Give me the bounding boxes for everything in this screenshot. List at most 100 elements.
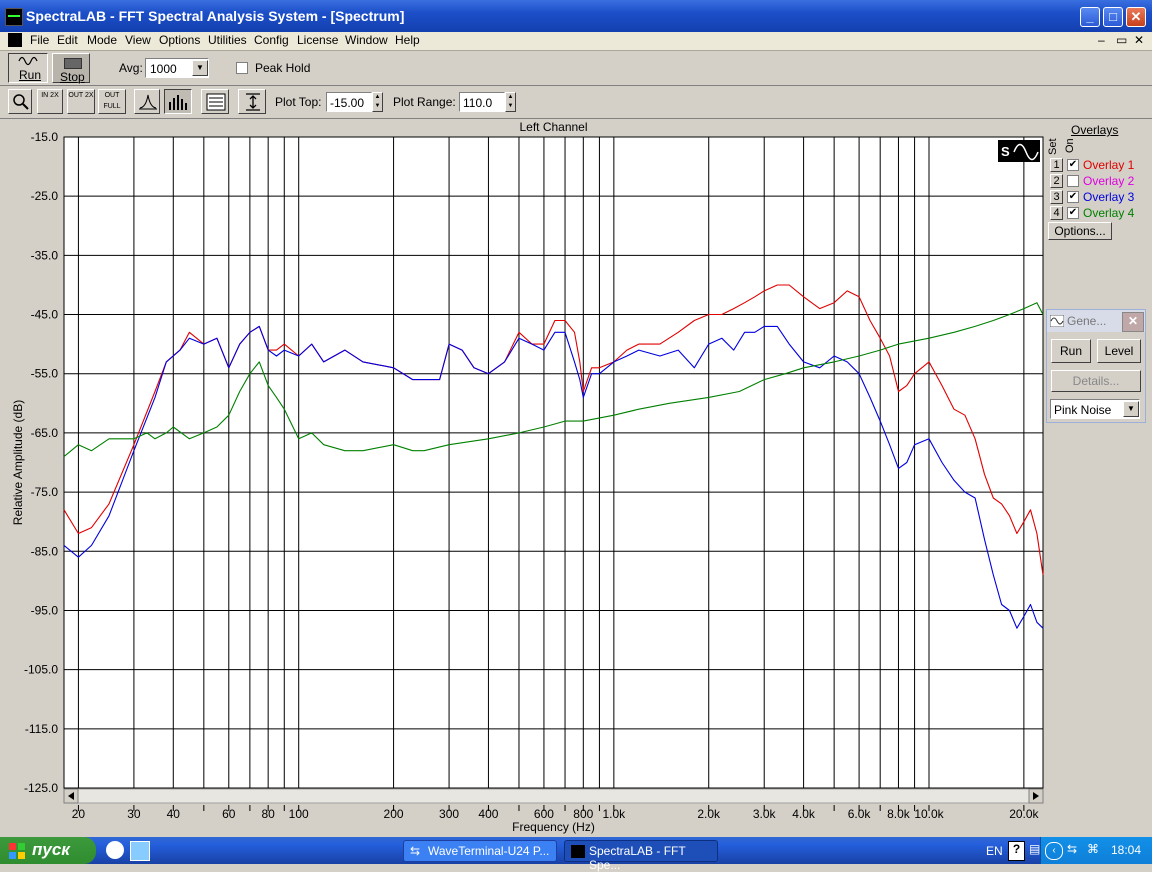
overlay-3-checkbox[interactable]: ✔ <box>1067 191 1079 203</box>
scale-button[interactable] <box>238 89 266 114</box>
language-indicator[interactable]: EN <box>986 844 1003 858</box>
avg-select[interactable]: 1000 ▼ <box>145 58 209 78</box>
generator-title: Gene... <box>1067 314 1107 328</box>
menu-license[interactable]: License <box>297 33 338 47</box>
overlays-title: Overlays <box>1071 123 1119 137</box>
peak-hold-checkbox[interactable] <box>236 62 248 74</box>
zoom-full-label: OUT FULL <box>103 92 121 110</box>
media-player-icon[interactable] <box>106 841 124 859</box>
overlay-3-label: Overlay 3 <box>1083 190 1135 204</box>
stop-label: Stop <box>60 70 85 84</box>
line-mode-button[interactable] <box>134 89 160 114</box>
minimize-button[interactable]: _ <box>1080 7 1100 27</box>
generator-signal-value: Pink Noise <box>1054 403 1112 417</box>
plot-range-input[interactable]: 110.0 <box>459 92 505 112</box>
x-axis-label: Frequency (Hz) <box>512 820 595 834</box>
spectrum-view: -15.0 -25.0 -35.0 -45.0 -55.0 -65.0 -75.0 -85.0… <box>0 119 1152 837</box>
tray-expand-icon[interactable]: ‹ <box>1045 842 1063 860</box>
menu-options[interactable]: Options <box>159 33 200 47</box>
plot-top-input[interactable]: -15.00 <box>326 92 372 112</box>
menu-utilities[interactable]: Utilities <box>208 33 247 47</box>
logo-letter: S <box>1001 144 1010 159</box>
toolbar-main: Run Stop Avg: 1000 ▼ Peak Hold <box>0 51 1152 86</box>
generator-run-button[interactable]: Run <box>1051 339 1091 363</box>
panel-icon <box>206 93 226 111</box>
zoom-tool-button[interactable] <box>8 89 32 114</box>
plot-top-spinner[interactable]: ▲ ▼ <box>372 92 383 112</box>
avg-label: Avg: <box>119 61 143 75</box>
overlay-1-num: 1 <box>1053 159 1060 171</box>
vertical-scale-icon <box>246 93 260 111</box>
maximize-button[interactable]: □ <box>1103 7 1123 27</box>
mdi-close-button[interactable]: ✕ <box>1134 33 1144 47</box>
chevron-down-icon[interactable]: ▼ <box>192 60 208 76</box>
menu-help[interactable]: Help <box>395 33 420 47</box>
overlay-2-set-button[interactable]: 2 <box>1050 174 1063 188</box>
task-spectralab[interactable]: SpectraLAB - FFT Spe... <box>564 840 718 872</box>
overlay-4-checkbox[interactable]: ✔ <box>1067 207 1079 219</box>
browser-icon[interactable] <box>130 841 150 861</box>
document-icon[interactable] <box>8 33 22 47</box>
start-button[interactable]: пуск <box>0 837 96 864</box>
zoom-full-button[interactable]: OUT FULL <box>98 89 126 114</box>
plot-range-spinner[interactable]: ▲ ▼ <box>505 92 516 112</box>
menu-file[interactable]: File <box>30 33 49 47</box>
clock: 18:04 <box>1111 843 1142 857</box>
task-waveterminal[interactable]: ⇆ WaveTerminal-U24 P... <box>403 840 557 862</box>
usb-tray-icon[interactable]: ⇆ <box>1067 842 1077 856</box>
magnifier-icon <box>13 94 29 110</box>
help-icon[interactable]: ? <box>1008 841 1025 861</box>
close-button[interactable]: ✕ <box>1126 7 1146 27</box>
overlay-4-set-button[interactable]: 4 <box>1050 206 1063 220</box>
menu-view[interactable]: View <box>125 33 151 47</box>
overlay-options-button[interactable]: Options... <box>1048 222 1112 240</box>
menu-window[interactable]: Window <box>345 33 388 47</box>
y-tick-label: -35.0 <box>31 248 59 262</box>
plot-top-label: Plot Top: <box>275 95 322 109</box>
overlay-2-checkbox[interactable] <box>1067 175 1079 187</box>
menu-edit[interactable]: Edit <box>57 33 78 47</box>
horizontal-scrollbar[interactable] <box>63 788 1044 804</box>
menu-mode[interactable]: Mode <box>87 33 117 47</box>
generator-level-label: Level <box>1104 344 1134 358</box>
task-spectralab-label: SpectraLAB - FFT Spe... <box>589 844 686 872</box>
network-icon[interactable]: ⌘ <box>1087 842 1099 856</box>
avg-value: 1000 <box>150 62 177 76</box>
menu-config[interactable]: Config <box>254 33 289 47</box>
settings-panel-button[interactable] <box>201 89 229 114</box>
zoom-in-label: IN 2X <box>41 92 59 99</box>
generator-level-button[interactable]: Level <box>1097 339 1141 363</box>
plot-range-label: Plot Range: <box>393 95 456 109</box>
y-axis-label: Relative Amplitude (dB) <box>11 400 25 525</box>
menu-bar: File Edit Mode View Options Utilities Co… <box>0 32 1152 51</box>
options-label: Options... <box>1054 224 1106 238</box>
mdi-minimize-button[interactable]: – <box>1098 33 1105 47</box>
generator-close-button[interactable]: ✕ <box>1122 312 1144 332</box>
set-header: Set <box>1047 138 1059 155</box>
zoom-out-2x-button[interactable]: OUT 2X <box>67 89 95 114</box>
usb-icon: ⇆ <box>410 844 421 858</box>
bar-mode-button[interactable] <box>164 89 192 114</box>
y-tick-labels: -15.0 -25.0 -35.0 -45.0 -55.0 -65.0 -75.0 -85.0… <box>24 130 58 795</box>
zoom-out-label: OUT 2X <box>68 92 94 99</box>
generator-title-bar: Gene... ✕ <box>1047 310 1145 332</box>
overlay-3-set-button[interactable]: 3 <box>1050 190 1063 204</box>
spectrum-chart[interactable]: -15.0 -25.0 -35.0 -45.0 -55.0 -65.0 -75.0 -85.0… <box>0 119 1046 837</box>
app-icon[interactable] <box>5 8 23 26</box>
task-waveterminal-label: WaveTerminal-U24 P... <box>428 844 550 858</box>
overlay-1-set-button[interactable]: 1 <box>1050 158 1063 172</box>
x-tick-labels: 20 30 40 60 80 100 200 300 400 600 800 1.0k 2.0k 3.0k… <box>72 805 1040 821</box>
chevron-down-icon[interactable]: ▼ <box>1123 401 1139 417</box>
stop-button[interactable]: Stop <box>52 53 90 84</box>
generator-details-button[interactable]: Details... <box>1051 370 1141 392</box>
overlay-1-checkbox[interactable]: ✔ <box>1067 159 1079 171</box>
zoom-in-2x-button[interactable]: IN 2X <box>37 89 63 114</box>
stop-icon <box>64 58 82 69</box>
mdi-restore-button[interactable]: ▭ <box>1116 33 1127 47</box>
y-tick-label: -95.0 <box>31 603 59 617</box>
overlay-4-num: 4 <box>1053 207 1060 219</box>
generator-run-label: Run <box>1059 344 1082 358</box>
sine-icon <box>18 56 38 66</box>
run-button[interactable]: Run <box>8 53 48 83</box>
generator-signal-select[interactable]: Pink Noise ▼ <box>1050 399 1140 419</box>
